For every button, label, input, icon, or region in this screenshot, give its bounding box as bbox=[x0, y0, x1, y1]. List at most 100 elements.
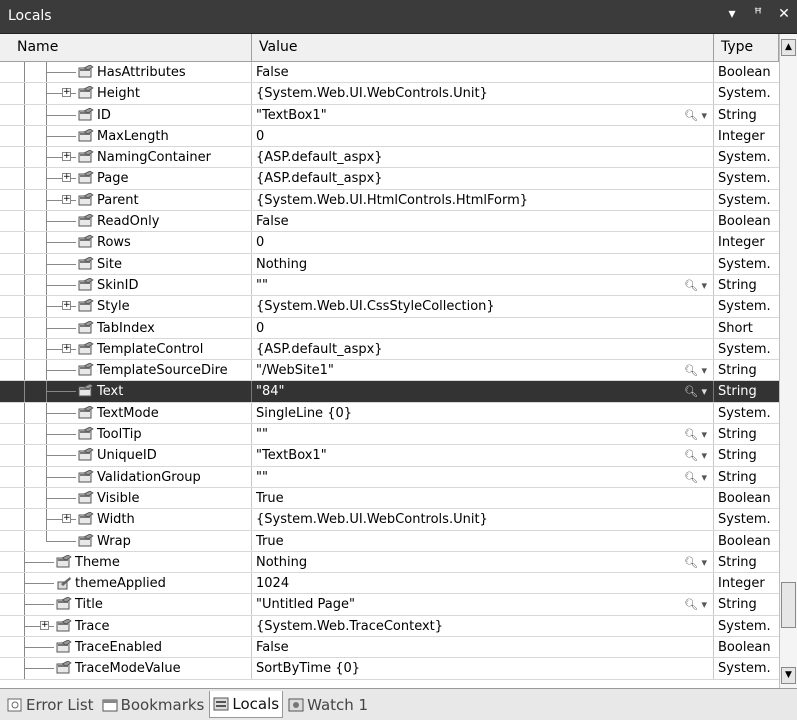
name-cell[interactable]: TabIndex bbox=[10, 317, 252, 338]
name-cell[interactable]: + Style bbox=[10, 296, 252, 317]
name-cell[interactable]: Title bbox=[10, 594, 252, 615]
visualizer-magnifier-icon[interactable]: 🔍︎ ▾ bbox=[684, 467, 707, 487]
table-row[interactable]: TextMode SingleLine {0} System. bbox=[0, 402, 779, 425]
expand-toggle-icon[interactable]: + bbox=[62, 301, 71, 311]
value-cell[interactable]: "Untitled Page" 🔍︎ ▾ bbox=[252, 594, 714, 615]
tab-error-list[interactable]: Error List bbox=[4, 692, 97, 718]
table-row[interactable]: Rows 0 Integer bbox=[0, 232, 779, 254]
table-row[interactable]: Visible True Boolean bbox=[0, 487, 779, 510]
name-cell[interactable]: ReadOnly bbox=[10, 211, 252, 232]
column-header-value[interactable]: Value bbox=[252, 34, 714, 61]
table-row[interactable]: Site Nothing System. bbox=[0, 253, 779, 275]
table-row[interactable]: + TemplateControl {ASP.default_aspx} System… bbox=[0, 338, 779, 361]
value-cell[interactable]: True bbox=[252, 487, 714, 509]
expand-toggle-icon[interactable]: + bbox=[40, 620, 49, 630]
tab-bookmarks[interactable]: Bookmarks bbox=[99, 692, 208, 718]
table-row[interactable]: Text "84" 🔍︎ ▾ String bbox=[0, 381, 779, 403]
value-cell[interactable]: "TextBox1" 🔍︎ ▾ bbox=[252, 445, 714, 466]
visualizer-magnifier-icon[interactable]: 🔍︎ ▾ bbox=[684, 594, 707, 614]
table-row[interactable]: + Width {System.Web.UI.WebControls.Unit} Sy… bbox=[0, 509, 779, 531]
name-cell[interactable]: Theme bbox=[10, 551, 252, 573]
expand-toggle-icon[interactable]: + bbox=[62, 152, 71, 162]
table-row[interactable]: + NamingContainer {ASP.default_aspx} System… bbox=[0, 147, 779, 169]
visualizer-magnifier-icon[interactable]: 🔍︎ ▾ bbox=[684, 424, 707, 444]
value-cell[interactable]: SortByTime {0} bbox=[252, 658, 714, 679]
name-cell[interactable]: Visible bbox=[10, 487, 252, 509]
value-cell[interactable]: Nothing bbox=[252, 253, 714, 274]
value-cell[interactable]: "" 🔍︎ ▾ bbox=[252, 274, 714, 296]
name-cell[interactable]: HasAttributes bbox=[10, 62, 252, 83]
close-icon[interactable]: ✕ bbox=[775, 6, 793, 22]
value-cell[interactable]: Nothing 🔍︎ ▾ bbox=[252, 551, 714, 573]
name-cell[interactable]: ID bbox=[10, 104, 252, 125]
table-row[interactable]: + Height {System.Web.UI.WebControls.Unit} S… bbox=[0, 83, 779, 105]
table-row[interactable]: themeApplied 1024 Integer bbox=[0, 573, 779, 595]
name-cell[interactable]: SkinID bbox=[10, 274, 252, 296]
value-cell[interactable]: 0 bbox=[252, 317, 714, 338]
table-row[interactable]: TabIndex 0 Short bbox=[0, 317, 779, 339]
table-row[interactable]: ID "TextBox1" 🔍︎ ▾ String bbox=[0, 104, 779, 126]
value-cell[interactable]: {ASP.default_aspx} bbox=[252, 338, 714, 360]
name-cell[interactable]: + Trace bbox=[10, 615, 252, 637]
value-cell[interactable]: False bbox=[252, 62, 714, 83]
value-cell[interactable]: 1024 bbox=[252, 573, 714, 594]
scroll-thumb[interactable] bbox=[781, 582, 796, 628]
scroll-up-arrow-icon[interactable]: ▲ bbox=[781, 39, 796, 56]
name-cell[interactable]: Rows bbox=[10, 232, 252, 253]
table-row[interactable]: TemplateSourceDire "/WebSite1" 🔍︎ ▾ String bbox=[0, 360, 779, 382]
name-cell[interactable]: TextMode bbox=[10, 402, 252, 424]
column-header-name[interactable]: Name bbox=[10, 34, 252, 61]
name-cell[interactable]: + Height bbox=[10, 83, 252, 104]
vertical-scrollbar[interactable]: ▲ ▼ bbox=[779, 34, 797, 688]
expand-toggle-icon[interactable]: + bbox=[62, 343, 71, 353]
name-cell[interactable]: Site bbox=[10, 253, 252, 274]
tab-watch-1[interactable]: Watch 1 bbox=[285, 692, 371, 718]
value-cell[interactable]: True bbox=[252, 530, 714, 551]
name-cell[interactable]: Wrap bbox=[10, 530, 252, 551]
table-row[interactable]: ToolTip "" 🔍︎ ▾ String bbox=[0, 424, 779, 446]
table-row[interactable]: ValidationGroup "" 🔍︎ ▾ String bbox=[0, 466, 779, 488]
table-row[interactable]: Wrap True Boolean bbox=[0, 530, 779, 552]
value-cell[interactable]: "" 🔍︎ ▾ bbox=[252, 424, 714, 445]
table-row[interactable]: ReadOnly False Boolean bbox=[0, 211, 779, 233]
name-cell[interactable]: TemplateSourceDire bbox=[10, 360, 252, 381]
value-cell[interactable]: "/WebSite1" 🔍︎ ▾ bbox=[252, 360, 714, 381]
value-cell[interactable]: False bbox=[252, 637, 714, 658]
table-row[interactable]: + Trace {System.Web.TraceContext} System. bbox=[0, 615, 779, 638]
name-cell[interactable]: + Width bbox=[10, 509, 252, 530]
tab-locals[interactable]: Locals bbox=[209, 691, 284, 718]
name-cell[interactable]: ToolTip bbox=[10, 424, 252, 445]
visualizer-magnifier-icon[interactable]: 🔍︎ ▾ bbox=[684, 360, 707, 380]
name-cell[interactable]: + Parent bbox=[10, 189, 252, 211]
value-cell[interactable]: {System.Web.UI.WebControls.Unit} bbox=[252, 509, 714, 530]
name-cell[interactable]: + NamingContainer bbox=[10, 147, 252, 168]
name-cell[interactable]: MaxLength bbox=[10, 125, 252, 147]
table-row[interactable]: + Style {System.Web.UI.CssStyleCollection}… bbox=[0, 296, 779, 318]
table-row[interactable]: Theme Nothing 🔍︎ ▾ String bbox=[0, 551, 779, 574]
expand-toggle-icon[interactable]: + bbox=[62, 514, 71, 524]
value-cell[interactable]: {System.Web.UI.HtmlControls.HtmlForm} bbox=[252, 189, 714, 211]
visualizer-magnifier-icon[interactable]: 🔍︎ ▾ bbox=[684, 445, 707, 465]
visualizer-magnifier-icon[interactable]: 🔍︎ ▾ bbox=[684, 381, 707, 401]
table-row[interactable]: MaxLength 0 Integer bbox=[0, 125, 779, 148]
value-cell[interactable]: 0 bbox=[252, 232, 714, 253]
value-cell[interactable]: False bbox=[252, 211, 714, 232]
value-cell[interactable]: "" 🔍︎ ▾ bbox=[252, 466, 714, 487]
table-row[interactable]: UniqueID "TextBox1" 🔍︎ ▾ String bbox=[0, 445, 779, 467]
table-row[interactable]: TraceModeValue SortByTime {0} System. bbox=[0, 658, 779, 680]
expand-toggle-icon[interactable]: + bbox=[62, 173, 71, 183]
value-cell[interactable]: 0 bbox=[252, 125, 714, 147]
visualizer-magnifier-icon[interactable]: 🔍︎ ▾ bbox=[684, 552, 707, 572]
name-cell[interactable]: + Page bbox=[10, 168, 252, 189]
table-row[interactable]: SkinID "" 🔍︎ ▾ String bbox=[0, 274, 779, 297]
value-cell[interactable]: {System.Web.TraceContext} bbox=[252, 615, 714, 637]
name-cell[interactable]: + TemplateControl bbox=[10, 338, 252, 360]
column-header-type[interactable]: Type bbox=[714, 34, 779, 61]
table-row[interactable]: + Page {ASP.default_aspx} System. bbox=[0, 168, 779, 190]
expand-toggle-icon[interactable]: + bbox=[62, 88, 71, 98]
value-cell[interactable]: {ASP.default_aspx} bbox=[252, 168, 714, 189]
scroll-down-arrow-icon[interactable]: ▼ bbox=[781, 667, 796, 684]
name-cell[interactable]: ValidationGroup bbox=[10, 466, 252, 487]
value-cell[interactable]: {System.Web.UI.CssStyleCollection} bbox=[252, 296, 714, 317]
name-cell[interactable]: themeApplied bbox=[10, 573, 252, 594]
